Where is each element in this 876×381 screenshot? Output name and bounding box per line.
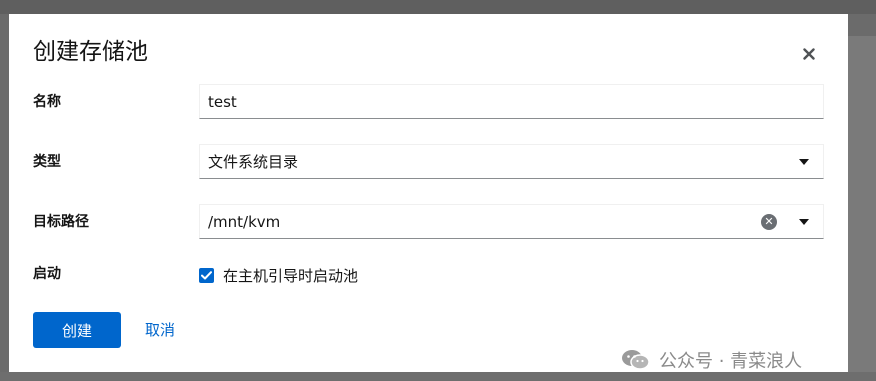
- type-label: 类型: [33, 154, 61, 170]
- autostart-checkbox-label: 在主机引导时启动池: [223, 267, 359, 285]
- autostart-checkbox-row[interactable]: 在主机引导时启动池: [199, 265, 358, 286]
- target-path-label: 目标路径: [33, 214, 89, 230]
- autostart-checkbox[interactable]: [199, 268, 214, 283]
- background-app-bar: [0, 0, 876, 14]
- create-storage-pool-dialog: 创建存储池 名称 test 类型 文件系统目录 目标路径 /mnt/kvm ✕ …: [9, 14, 848, 372]
- watermark: 公众号 · 青菜浪人: [621, 347, 802, 373]
- type-select[interactable]: 文件系统目录: [199, 144, 824, 179]
- wechat-logo-icon: [622, 350, 650, 370]
- caret-down-icon[interactable]: [799, 218, 809, 225]
- close-button[interactable]: [798, 43, 820, 65]
- name-input-value: test: [208, 92, 237, 111]
- watermark-text: 公众号 · 青菜浪人: [659, 351, 803, 372]
- checkmark-icon: [201, 271, 212, 280]
- name-input[interactable]: test: [199, 84, 824, 119]
- autostart-label: 启动: [33, 266, 61, 282]
- type-select-value: 文件系统目录: [208, 153, 299, 171]
- target-path-value: /mnt/kvm: [208, 212, 281, 231]
- caret-down-icon[interactable]: [799, 158, 809, 165]
- name-label: 名称: [33, 94, 61, 110]
- dialog-title: 创建存储池: [33, 39, 148, 65]
- create-button[interactable]: 创建: [33, 312, 121, 348]
- target-path-combobox[interactable]: /mnt/kvm ✕: [199, 204, 824, 239]
- close-icon: [803, 48, 815, 60]
- background-panel: [848, 36, 876, 381]
- cancel-button[interactable]: 取消: [145, 312, 175, 348]
- background-bottom: [0, 372, 876, 381]
- clear-circle-icon[interactable]: ✕: [761, 213, 777, 230]
